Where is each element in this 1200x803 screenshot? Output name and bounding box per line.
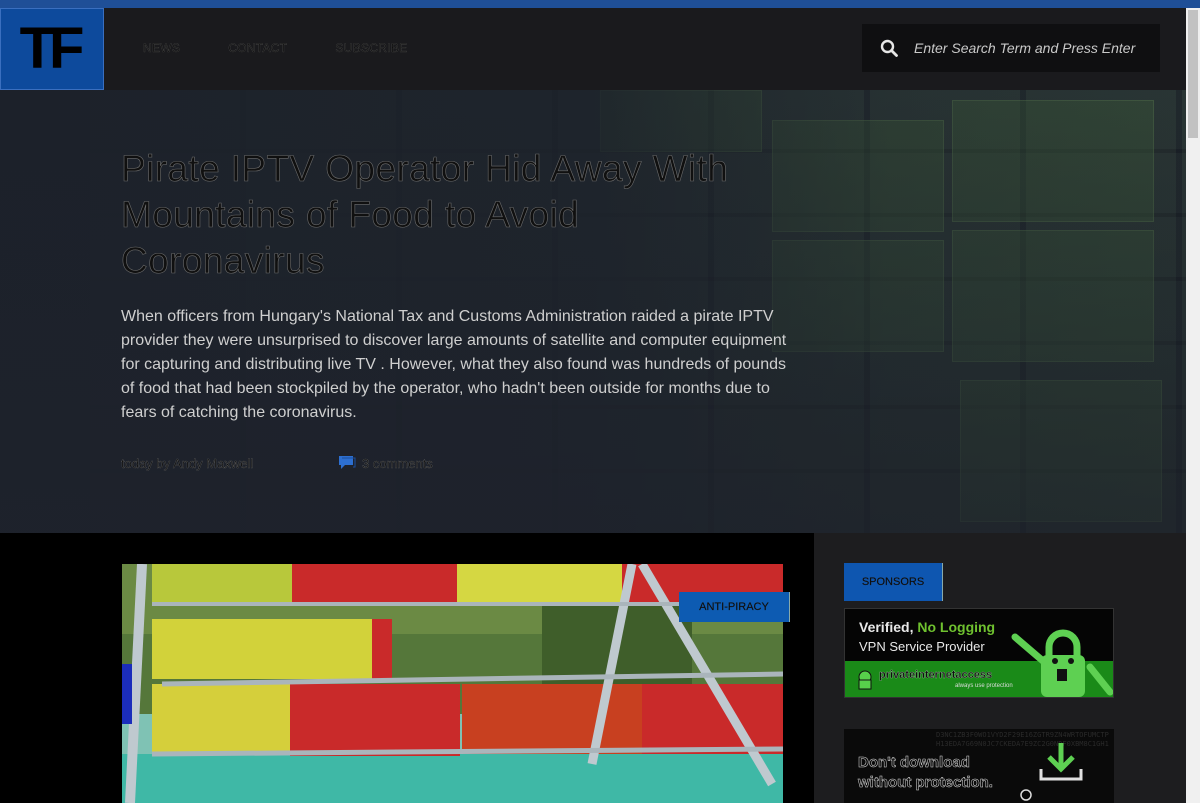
logo-text: TF <box>19 16 85 81</box>
article-lede: When officers from Hungary's National Ta… <box>121 308 787 421</box>
ad1-subline: VPN Service Provider <box>859 639 985 654</box>
sponsors-heading: SPONSORS <box>844 563 943 601</box>
ad2-headline-line2: without protection. <box>858 774 993 792</box>
search-icon[interactable] <box>880 39 898 57</box>
article-title[interactable]: Pirate IPTV Operator Hid Away With Mount… <box>121 146 761 284</box>
site-logo[interactable]: TF <box>0 8 104 90</box>
download-arrow-icon <box>1039 743 1083 781</box>
nav-contact[interactable]: CONTACT <box>228 41 287 55</box>
article-hero: Pirate IPTV Operator Hid Away With Mount… <box>0 90 1186 533</box>
pia-mascot-icon <box>858 670 872 690</box>
vpn-ad-banner[interactable]: Verified, No Logging VPN Service Provide… <box>844 608 1114 698</box>
main-nav: NEWS CONTACT SUBSCRIBE <box>143 41 455 55</box>
expressvpn-logo-icon <box>1020 789 1032 801</box>
scrollbar-thumb[interactable] <box>1188 10 1198 138</box>
nav-news[interactable]: NEWS <box>143 41 180 55</box>
ad2-headline-line1: Don't download <box>858 754 970 772</box>
search-box <box>862 24 1160 72</box>
nav-subscribe[interactable]: SUBSCRIBE <box>335 41 407 55</box>
ad1-headline-prefix: Verified, <box>859 619 918 635</box>
expressvpn-ad-banner[interactable]: D3NC1ZB3F0WO1VYD2F29E16ZGTR9ZN4WRTOFUMCT… <box>844 729 1114 803</box>
category-badge[interactable]: ANTI-PIRACY <box>679 592 790 622</box>
site-header: TF NEWS CONTACT SUBSCRIBE <box>0 8 1186 90</box>
search-input[interactable] <box>914 36 1150 60</box>
page-scrollbar[interactable] <box>1186 8 1200 803</box>
ad1-headline-highlight: No Logging <box>917 619 996 635</box>
ad2-headline: Don't download without protection. <box>858 753 993 793</box>
comment-bubble-icon <box>339 456 356 469</box>
comments-count: 3 comments <box>362 455 433 471</box>
article-byline[interactable]: today by Andy Maxwell <box>121 456 253 471</box>
top-accent-strip <box>0 0 1200 8</box>
ad1-headline: Verified, No Logging <box>859 619 995 635</box>
main-content <box>0 533 814 803</box>
ad1-brand: privateinternetaccess <box>879 669 993 681</box>
padlock-mascot-icon <box>1011 629 1113 697</box>
comments-link[interactable]: 3 comments <box>338 455 433 471</box>
